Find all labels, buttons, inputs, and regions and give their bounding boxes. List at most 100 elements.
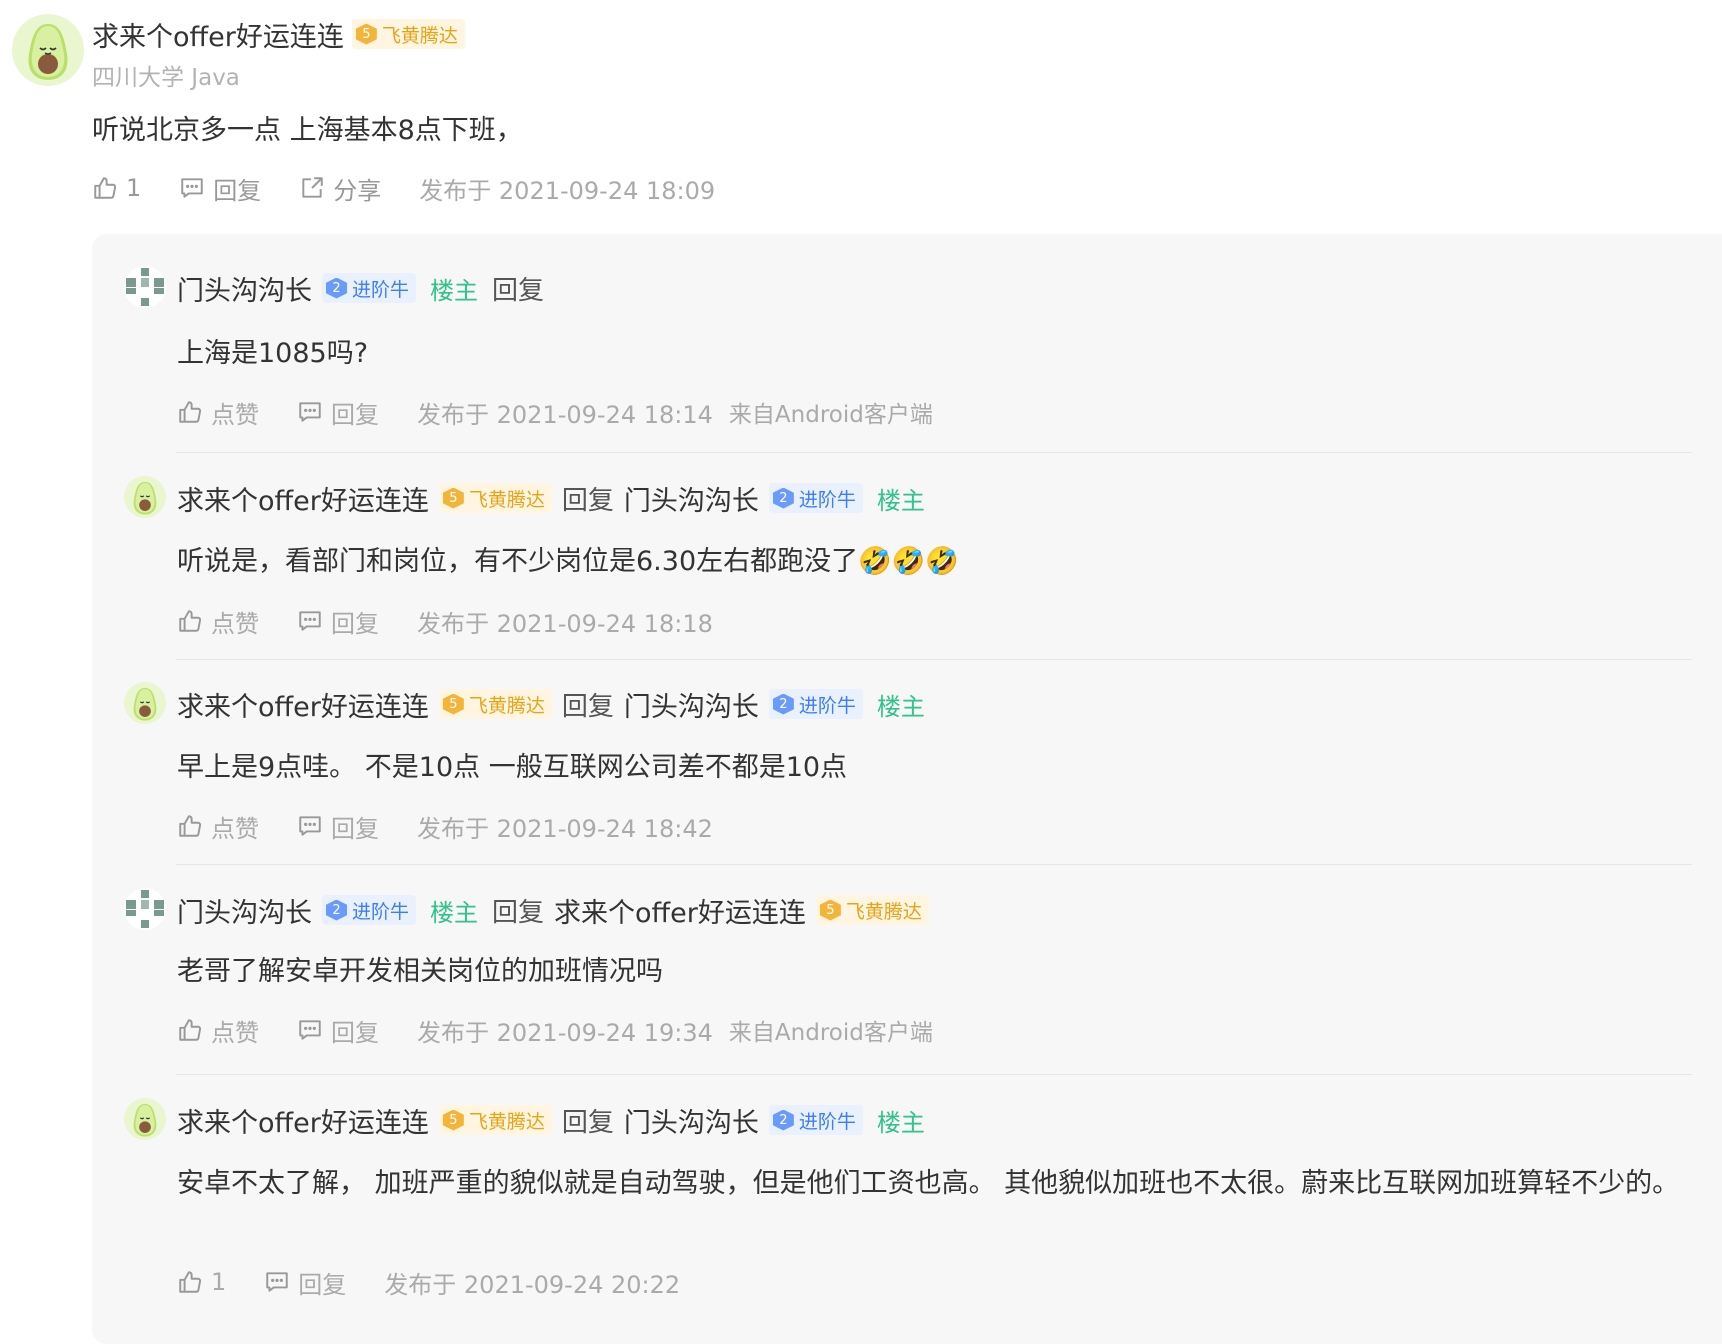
op-badge: 楼主 xyxy=(876,1108,925,1137)
main-author-school: 四川大学 Java xyxy=(92,65,240,91)
level-label: 飞黄腾达 xyxy=(381,24,458,47)
target-level-badge: 2 进阶牛 xyxy=(768,689,863,719)
avatar-pixel-grid[interactable] xyxy=(124,266,166,308)
reply-button[interactable]: 回复 xyxy=(297,604,379,639)
like-button[interactable]: 点赞 xyxy=(177,395,259,430)
level-label: 进阶牛 xyxy=(798,1110,856,1133)
like-label: 点赞 xyxy=(211,400,259,429)
reply-button[interactable]: 回复 xyxy=(179,171,261,206)
reply-action-bar: 点赞 回复 发布于 2021-09-24 18:14 来自Android客户端 xyxy=(177,392,933,432)
reply-word: 回复 xyxy=(561,691,614,722)
level-label: 进阶牛 xyxy=(798,694,856,717)
level-label: 进阶牛 xyxy=(352,278,410,301)
reply-label: 回复 xyxy=(331,400,379,429)
comment-icon xyxy=(299,1020,321,1040)
main-action-bar: 1 回复 分享 发布于 2021-09-24 18:09 xyxy=(92,168,731,208)
avatar-avocado[interactable] xyxy=(12,14,84,86)
level-badge: 5 飞黄腾达 xyxy=(438,483,552,513)
share-icon xyxy=(302,177,324,198)
op-badge: 楼主 xyxy=(430,276,479,305)
reply-label: 回复 xyxy=(331,814,379,843)
divider xyxy=(176,1074,1692,1075)
reply-action-bar: 1 回复 发布于 2021-09-24 20:22 xyxy=(177,1262,696,1302)
avatar-avocado[interactable] xyxy=(124,1098,166,1140)
reply-item: 门头沟沟长 2 进阶牛 楼主 回复 求来个offer好运连连 5 飞黄腾达 老哥… xyxy=(124,888,1704,1047)
level-label: 进阶牛 xyxy=(352,900,410,923)
like-button[interactable]: 点赞 xyxy=(177,809,259,844)
like-button[interactable]: 点赞 xyxy=(177,1013,259,1048)
main-author-name[interactable]: 求来个offer好运连连 xyxy=(92,15,344,54)
reply-header: 求来个offer好运连连 5 飞黄腾达 回复 门头沟沟长 2 进阶牛 楼主 xyxy=(177,476,929,520)
reply-label: 回复 xyxy=(213,176,262,205)
reply-action-bar: 点赞 回复 发布于 2021-09-24 18:42 xyxy=(177,806,729,846)
avatar-avocado[interactable] xyxy=(124,476,166,518)
level-label: 飞黄腾达 xyxy=(845,900,922,923)
reply-label: 回复 xyxy=(331,1018,379,1047)
reply-button[interactable]: 回复 xyxy=(297,395,379,430)
main-author-row: 求来个offer好运连连 5 飞黄腾达 xyxy=(92,14,465,54)
comment-icon xyxy=(266,1272,289,1292)
like-button[interactable]: 1 xyxy=(177,1268,226,1296)
reply-button[interactable]: 回复 xyxy=(297,1013,379,1048)
level-number: 2 xyxy=(326,277,347,299)
op-badge: 楼主 xyxy=(430,898,479,927)
level-number: 2 xyxy=(772,1109,794,1131)
divider xyxy=(176,659,1692,660)
like-count: 1 xyxy=(126,174,142,202)
comment-icon xyxy=(299,816,321,836)
reply-word: 回复 xyxy=(561,485,614,516)
reply-label: 回复 xyxy=(331,609,379,638)
reply-item: 求来个offer好运连连 5 飞黄腾达 回复 门头沟沟长 2 进阶牛 楼主 早上… xyxy=(124,682,1704,843)
target-level-badge: 2 进阶牛 xyxy=(768,483,863,513)
comment-icon xyxy=(299,402,321,422)
level-label: 飞黄腾达 xyxy=(468,1110,545,1133)
level-number: 5 xyxy=(442,693,464,715)
reply-target-name[interactable]: 门头沟沟长 xyxy=(624,479,759,518)
op-badge: 楼主 xyxy=(876,486,925,515)
reply-action-bar: 点赞 回复 发布于 2021-09-24 18:18 xyxy=(177,601,729,641)
level-number: 5 xyxy=(442,487,464,509)
reply-target-name[interactable]: 求来个offer好运连连 xyxy=(554,891,806,930)
share-label: 分享 xyxy=(333,176,382,205)
like-button[interactable]: 1 xyxy=(92,174,141,202)
like-button[interactable]: 点赞 xyxy=(177,604,259,639)
comment-icon xyxy=(299,611,321,631)
post-time: 发布于 2021-09-24 18:09 xyxy=(419,176,716,205)
reply-item: 求来个offer好运连连 5 飞黄腾达 回复 门头沟沟长 2 进阶牛 楼主 安卓… xyxy=(124,1098,1704,1299)
like-label: 点赞 xyxy=(211,609,259,638)
reply-text: 安卓不太了解， 加班严重的貌似就是自动驾驶，但是他们工资也高。 其他貌似加班也不… xyxy=(177,1168,1680,1199)
reply-button[interactable]: 回复 xyxy=(297,809,379,844)
avatar-avocado[interactable] xyxy=(124,682,166,724)
level-number: 5 xyxy=(355,23,377,45)
target-level-badge: 5 飞黄腾达 xyxy=(815,895,929,925)
reply-author-name[interactable]: 求来个offer好运连连 xyxy=(177,685,429,724)
share-button[interactable]: 分享 xyxy=(299,171,381,206)
level-badge: 2 进阶牛 xyxy=(322,273,417,303)
level-number: 2 xyxy=(772,487,794,509)
target-level-badge: 2 进阶牛 xyxy=(768,1105,863,1135)
divider xyxy=(176,452,1692,453)
reply-author-name[interactable]: 门头沟沟长 xyxy=(177,269,312,308)
reply-text: 上海是1085吗? xyxy=(177,338,369,369)
reply-author-name[interactable]: 求来个offer好运连连 xyxy=(177,479,429,518)
level-number: 2 xyxy=(772,693,794,715)
level-number: 5 xyxy=(819,899,841,921)
avatar-pixel-grid[interactable] xyxy=(124,888,166,930)
thumbs-up-icon xyxy=(179,815,202,837)
reply-author-name[interactable]: 门头沟沟长 xyxy=(177,891,312,930)
thumbs-up-icon xyxy=(179,1019,202,1041)
comment-thread: 求来个offer好运连连 5 飞黄腾达 四川大学 Java 听说北京多一点 上海… xyxy=(0,0,1722,1344)
level-label: 进阶牛 xyxy=(798,488,856,511)
reply-button[interactable]: 回复 xyxy=(264,1265,346,1300)
reply-text: 老哥了解安卓开发相关岗位的加班情况吗 xyxy=(177,956,663,987)
comment-icon xyxy=(181,178,204,198)
reply-target-name[interactable]: 门头沟沟长 xyxy=(624,1101,759,1140)
reply-header: 门头沟沟长 2 进阶牛 楼主 回复 求来个offer好运连连 5 飞黄腾达 xyxy=(177,888,929,932)
reply-author-name[interactable]: 求来个offer好运连连 xyxy=(177,1101,429,1140)
reply-header: 求来个offer好运连连 5 飞黄腾达 回复 门头沟沟长 2 进阶牛 楼主 xyxy=(177,682,929,726)
main-comment-text: 听说北京多一点 上海基本8点下班， xyxy=(92,115,523,146)
post-time: 发布于 2021-09-24 18:18 xyxy=(417,609,713,638)
reply-target-name[interactable]: 门头沟沟长 xyxy=(624,685,759,724)
thumbs-up-icon xyxy=(179,1271,202,1293)
level-number: 5 xyxy=(442,1109,464,1131)
